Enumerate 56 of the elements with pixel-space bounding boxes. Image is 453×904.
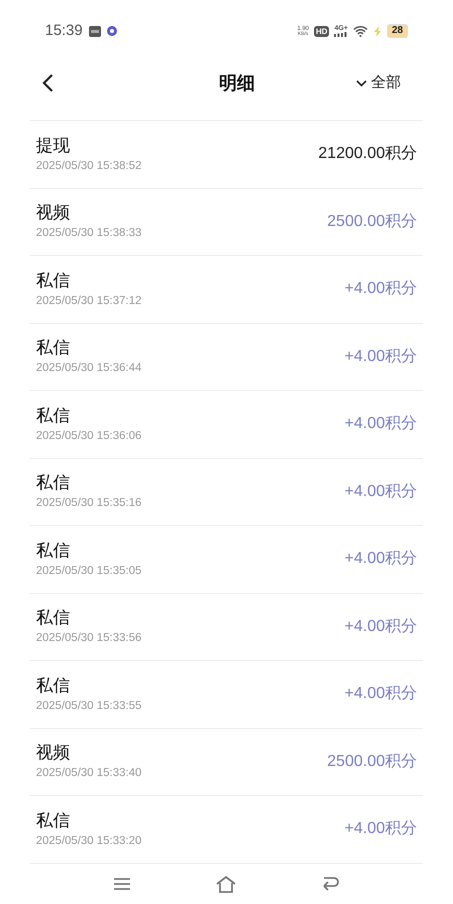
charging-icon	[372, 26, 382, 36]
record-amount: +4.00积分	[344, 549, 417, 570]
record-title: 提现	[36, 134, 71, 157]
page-title: 明细	[219, 72, 255, 94]
record-title: 私信	[36, 404, 71, 427]
record-amount: +4.00积分	[344, 616, 417, 637]
record-row[interactable]: 视频 2025/05/30 15:38:33 2500.00积分	[30, 188, 423, 256]
record-row[interactable]: 私信 2025/05/30 15:33:20 +4.00积分	[30, 796, 423, 864]
record-row[interactable]: 私信 2025/05/30 15:37:12 +4.00积分	[30, 256, 423, 324]
app-notification-icon	[88, 26, 101, 36]
record-time: 2025/05/30 15:35:05	[36, 564, 142, 579]
record-row[interactable]: 私信 2025/05/30 15:36:44 +4.00积分	[30, 324, 423, 391]
record-time: 2025/05/30 15:37:12	[36, 294, 142, 309]
record-title: 视频	[36, 202, 71, 224]
hd-indicator: HD	[314, 26, 330, 36]
record-title: 私信	[36, 337, 71, 360]
record-time: 2025/05/30 15:36:44	[36, 361, 142, 376]
record-time: 2025/05/30 15:38:33	[36, 226, 142, 242]
home-button[interactable]	[214, 874, 238, 894]
record-row[interactable]: 私信 2025/05/30 15:35:05 +4.00积分	[30, 526, 423, 594]
record-row[interactable]: 视频 2025/05/30 15:33:40 2500.00积分	[30, 728, 423, 796]
chevron-down-icon	[356, 80, 367, 86]
record-title: 私信	[36, 472, 71, 494]
record-title: 私信	[36, 270, 71, 292]
record-title: 视频	[36, 742, 71, 764]
record-time: 2025/05/30 15:33:55	[36, 698, 142, 714]
clock-time: 15:39	[45, 20, 83, 41]
record-row[interactable]: 私信 2025/05/30 15:33:56 +4.00积分	[30, 594, 423, 661]
filter-dropdown[interactable]: 全部	[356, 72, 401, 94]
wifi-icon	[352, 25, 368, 37]
record-time: 2025/05/30 15:33:20	[36, 834, 142, 849]
signal-icon	[334, 32, 348, 37]
record-time: 2025/05/30 15:36:06	[36, 428, 142, 444]
record-time: 2025/05/30 15:33:40	[36, 766, 142, 782]
record-row[interactable]: 提现 2025/05/30 15:38:52 21200.00积分	[30, 121, 423, 188]
record-title: 私信	[36, 674, 71, 697]
record-title: 私信	[36, 540, 71, 562]
record-amount: +4.00积分	[344, 414, 417, 434]
record-amount: +4.00积分	[344, 819, 417, 840]
record-row[interactable]: 私信 2025/05/30 15:35:16 +4.00积分	[30, 458, 423, 526]
app-notification-icon	[106, 26, 117, 36]
record-amount: +4.00积分	[344, 279, 417, 300]
record-amount: 2500.00积分	[327, 752, 417, 772]
record-row[interactable]: 私信 2025/05/30 15:33:55 +4.00积分	[30, 661, 423, 728]
record-time: 2025/05/30 15:35:16	[36, 496, 142, 512]
record-amount: +4.00积分	[344, 684, 417, 704]
record-amount: +4.00积分	[344, 482, 417, 502]
record-row[interactable]: 私信 2025/05/30 15:36:06 +4.00积分	[30, 391, 423, 458]
record-time: 2025/05/30 15:38:52	[36, 158, 142, 174]
record-amount: +4.00积分	[344, 346, 417, 367]
record-amount: 21200.00积分	[318, 144, 417, 164]
battery-indicator: 28	[386, 24, 408, 38]
record-title: 私信	[36, 810, 71, 832]
record-title: 私信	[36, 607, 71, 630]
record-amount: 2500.00积分	[327, 212, 417, 232]
record-time: 2025/05/30 15:33:56	[36, 631, 142, 646]
